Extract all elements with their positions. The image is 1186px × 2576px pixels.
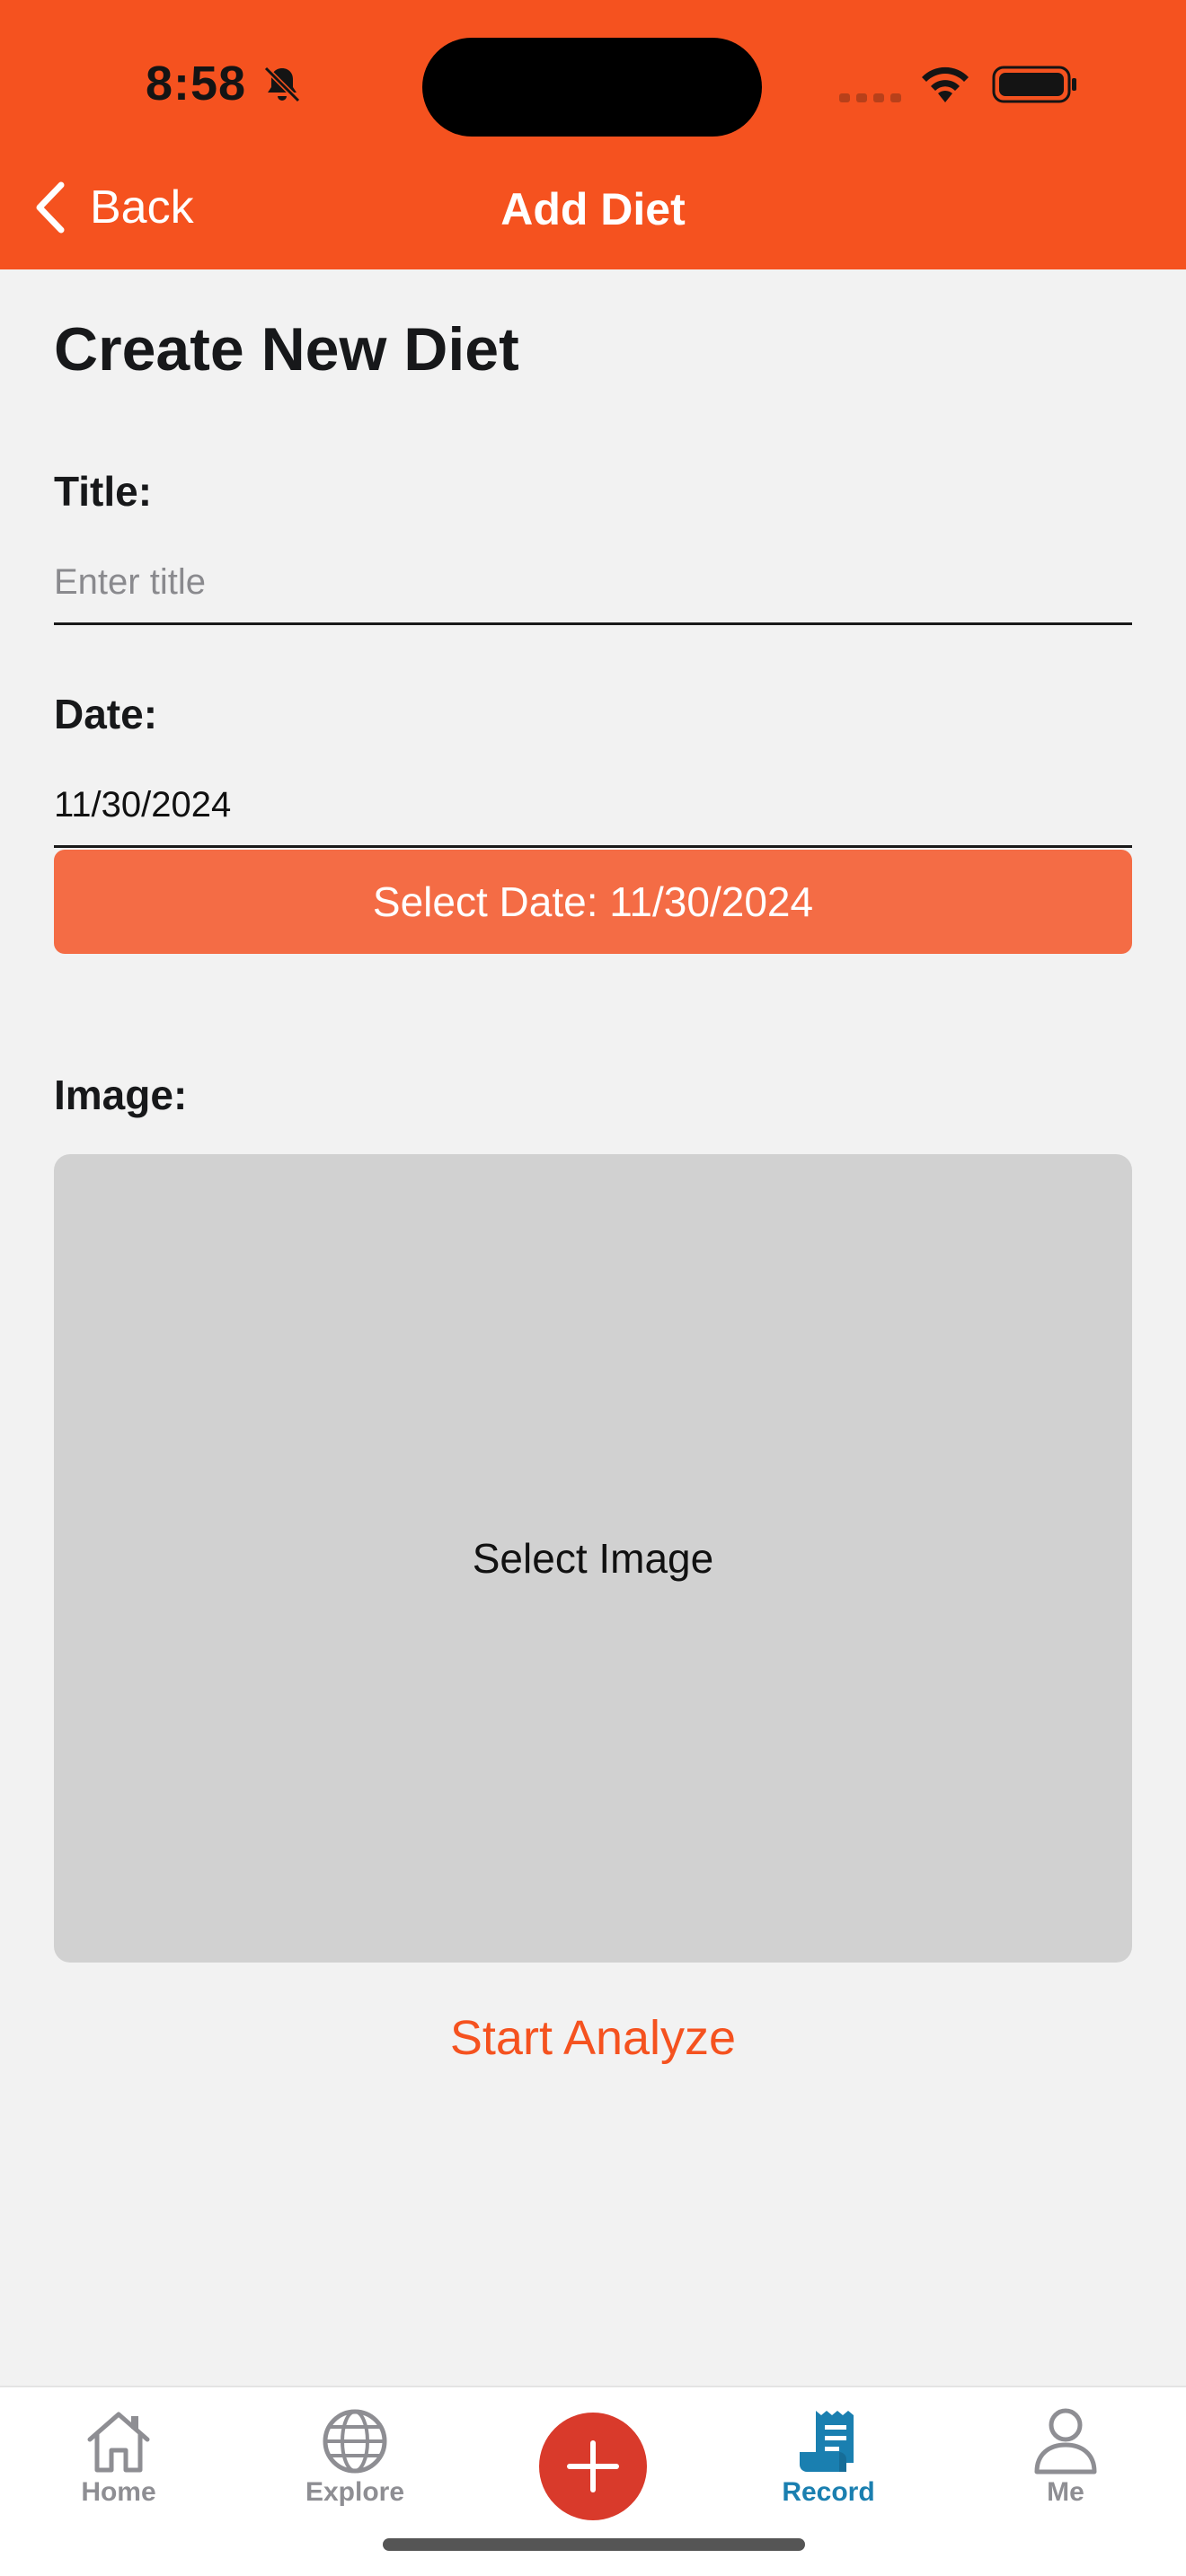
tab-home[interactable]: Home (29, 2407, 208, 2508)
tab-record[interactable]: Record (739, 2407, 918, 2508)
plus-icon (567, 2440, 619, 2492)
title-field-label: Title: (54, 468, 153, 515)
tab-me-label: Me (1047, 2477, 1084, 2507)
add-diet-screen: 8:58 Back Add Diet Create New Diet Title… (0, 0, 1186, 2576)
signal-icon (839, 93, 901, 102)
date-field-label: Date: (54, 691, 158, 737)
tab-explore-label: Explore (305, 2477, 405, 2507)
header: 8:58 Back Add Diet (0, 0, 1186, 269)
page-header-title: Add Diet (500, 184, 686, 234)
dynamic-island (422, 38, 762, 137)
battery-icon (992, 66, 1076, 103)
globe-icon (323, 2409, 387, 2474)
select-date-button[interactable]: Select Date: 11/30/2024 (54, 850, 1132, 954)
home-indicator (383, 2538, 805, 2551)
image-picker[interactable]: Select Image (54, 1154, 1132, 1963)
image-field-label: Image: (54, 1072, 188, 1118)
start-analyze-button[interactable]: Start Analyze (0, 2010, 1186, 2066)
status-time: 8:58 (146, 57, 247, 110)
bell-slash-icon (263, 66, 301, 103)
page-title: Create New Diet (54, 315, 519, 384)
receipt-icon (800, 2411, 854, 2472)
tab-explore[interactable]: Explore (265, 2407, 445, 2508)
wifi-icon (922, 66, 969, 102)
home-icon (87, 2412, 150, 2473)
select-image-label: Select Image (472, 1535, 714, 1582)
date-input[interactable] (54, 765, 1132, 848)
tab-record-label: Record (782, 2477, 875, 2507)
title-input[interactable] (54, 543, 1132, 625)
tab-me[interactable]: Me (976, 2407, 1155, 2508)
person-icon (1034, 2408, 1097, 2475)
add-button[interactable] (539, 2413, 647, 2520)
tab-home-label: Home (81, 2477, 156, 2507)
